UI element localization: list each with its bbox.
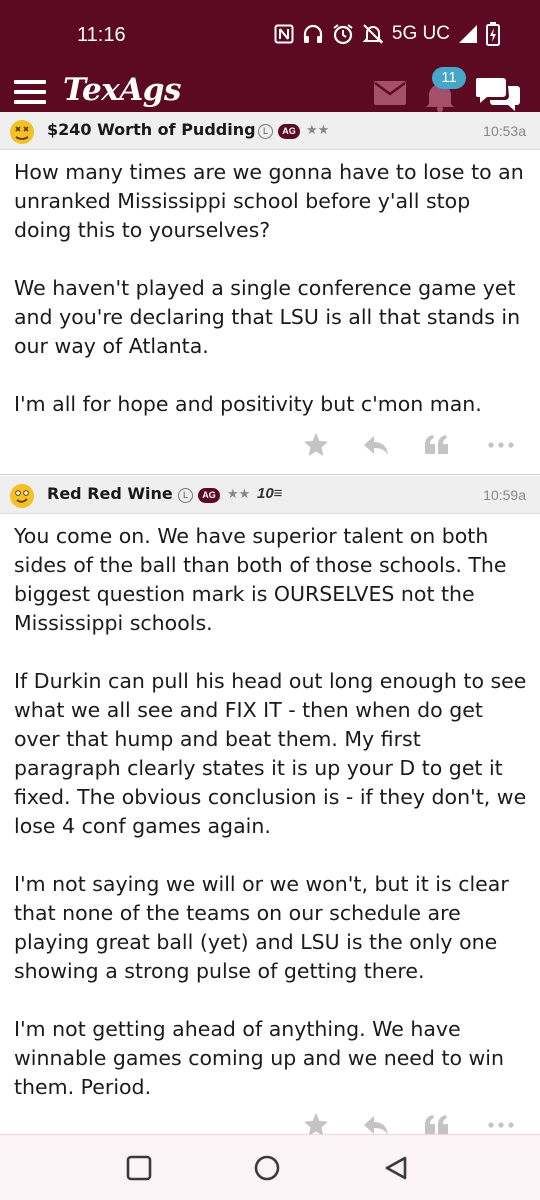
back-triangle-icon[interactable]: [383, 1155, 409, 1181]
post-header: Red Red Wine L AG ★★ 10≡ 10:59a: [0, 476, 540, 514]
nfc-icon: [274, 24, 294, 44]
post-body: You come on. We have superior talent on …: [14, 522, 530, 1102]
avatar-emoji-icon[interactable]: [8, 118, 36, 146]
post-paragraph: We haven't played a single conference ga…: [14, 276, 521, 358]
hamburger-icon[interactable]: [14, 76, 48, 108]
texags-logo[interactable]: TexAgs: [63, 72, 181, 108]
post-paragraph: If Durkin can pull his head out long eno…: [14, 669, 527, 838]
network-label: 5G UC: [391, 23, 450, 44]
star-rating: ★★: [227, 487, 251, 502]
status-bar: 11:16 5G UC: [0, 0, 540, 66]
status-icons: 5G UC: [274, 22, 500, 46]
star-icon[interactable]: [301, 430, 331, 460]
mail-icon[interactable]: [373, 80, 407, 106]
battery-charging-icon: [486, 22, 500, 46]
post-body: How many times are we gonna have to lose…: [14, 158, 530, 419]
lifetime-badge: L: [178, 488, 193, 503]
status-time: 11:16: [77, 24, 126, 46]
post-username[interactable]: $240 Worth of Pudding: [47, 120, 256, 139]
system-nav-bar: [0, 1134, 540, 1200]
post-paragraph: I'm not getting ahead of anything. We ha…: [14, 1017, 504, 1099]
ag-badge: AG: [278, 124, 300, 139]
alarm-icon: [333, 24, 353, 45]
signal-icon: [459, 25, 477, 43]
post-paragraph: You come on. We have superior talent on …: [14, 524, 507, 635]
post-divider: [0, 474, 540, 475]
reply-icon[interactable]: [361, 430, 391, 460]
headphones-icon: [303, 24, 323, 43]
lifetime-badge: L: [258, 124, 273, 139]
chat-icon[interactable]: [475, 74, 521, 114]
post-time: 10:53a: [483, 123, 526, 139]
more-icon[interactable]: [486, 430, 516, 460]
ag-badge: AG: [198, 488, 220, 503]
post-header: $240 Worth of Pudding L AG ★★ 10:53a: [0, 112, 540, 150]
post-paragraph: How many times are we gonna have to lose…: [14, 160, 524, 242]
ten-badge: 10≡: [257, 485, 283, 502]
post-time: 10:59a: [483, 487, 526, 503]
post-username[interactable]: Red Red Wine: [47, 484, 173, 503]
mute-icon: [362, 24, 384, 44]
post-paragraph: I'm all for hope and positivity but c'mo…: [14, 392, 482, 416]
home-circle-icon[interactable]: [254, 1155, 280, 1181]
post-actions: [0, 430, 540, 466]
star-rating: ★★: [306, 123, 330, 138]
recents-square-icon[interactable]: [126, 1155, 152, 1181]
notification-count-badge[interactable]: 11: [432, 67, 466, 89]
avatar-emoji-icon[interactable]: [8, 482, 36, 510]
post-paragraph: I'm not saying we will or we won't, but …: [14, 872, 509, 983]
quote-icon[interactable]: [422, 430, 452, 460]
